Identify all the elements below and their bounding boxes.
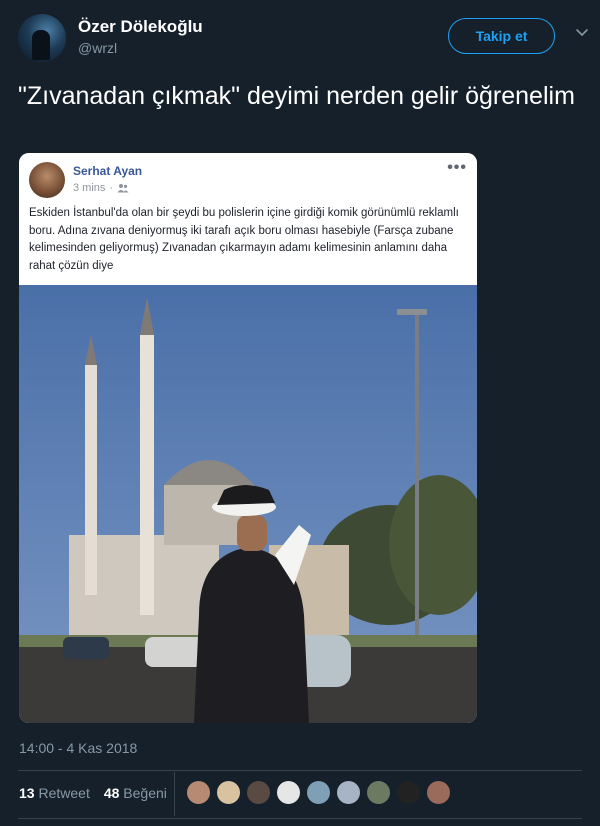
- liker-avatar[interactable]: [396, 780, 421, 805]
- post-body-text: Eskiden İstanbul'da olan bir şeydi bu po…: [29, 207, 459, 272]
- friends-icon: [117, 184, 129, 193]
- liker-avatar[interactable]: [186, 780, 211, 805]
- likes-stat[interactable]: 48 Beğeni: [104, 785, 167, 801]
- retweet-stat[interactable]: 13 Retweet: [19, 785, 90, 801]
- divider-top: [18, 770, 582, 771]
- follow-button[interactable]: Takip et: [448, 18, 555, 54]
- liker-avatar[interactable]: [246, 780, 271, 805]
- post-time-label: 3 mins: [73, 182, 106, 194]
- post-author-avatar: [29, 162, 65, 198]
- retweet-label: Retweet: [38, 785, 90, 801]
- liker-avatar[interactable]: [366, 780, 391, 805]
- likes-label: Beğeni: [123, 785, 167, 801]
- post-author-name: Serhat Ayan: [73, 164, 143, 178]
- tweet-header: Özer Dölekoğlu @wrzl Takip et: [18, 14, 589, 64]
- author-avatar[interactable]: [18, 14, 66, 62]
- dot-separator: ·: [109, 182, 114, 194]
- post-time: 3 mins ·: [73, 182, 129, 194]
- street-photo: [19, 285, 477, 723]
- author-display-name[interactable]: Özer Dölekoğlu: [78, 17, 203, 37]
- liker-avatar[interactable]: [276, 780, 301, 805]
- tweet-stats: 13 Retweet 48 Beğeni: [19, 785, 167, 801]
- avatar-figure: [32, 30, 50, 60]
- liker-avatar[interactable]: [426, 780, 451, 805]
- liker-avatar[interactable]: [336, 780, 361, 805]
- retweet-count: 13: [19, 785, 35, 801]
- tweet-text: "Zıvanadan çıkmak" deyimi nerden gelir ö…: [18, 82, 575, 110]
- liker-avatar[interactable]: [306, 780, 331, 805]
- divider-bottom: [18, 818, 582, 819]
- more-options-icon: •••: [447, 159, 467, 176]
- likes-count: 48: [103, 785, 120, 801]
- liker-avatar[interactable]: [216, 780, 241, 805]
- author-handle[interactable]: @wrzl: [78, 40, 117, 56]
- chevron-down-icon[interactable]: [575, 26, 589, 40]
- likers-avatars: [186, 780, 451, 805]
- tweet-timestamp[interactable]: 14:00 - 4 Kas 2018: [19, 740, 137, 756]
- facebook-post-header: Serhat Ayan 3 mins · ••• Eskiden İstanbu…: [19, 153, 477, 285]
- stats-separator: [174, 772, 175, 816]
- attached-image[interactable]: Serhat Ayan 3 mins · ••• Eskiden İstanbu…: [19, 153, 477, 723]
